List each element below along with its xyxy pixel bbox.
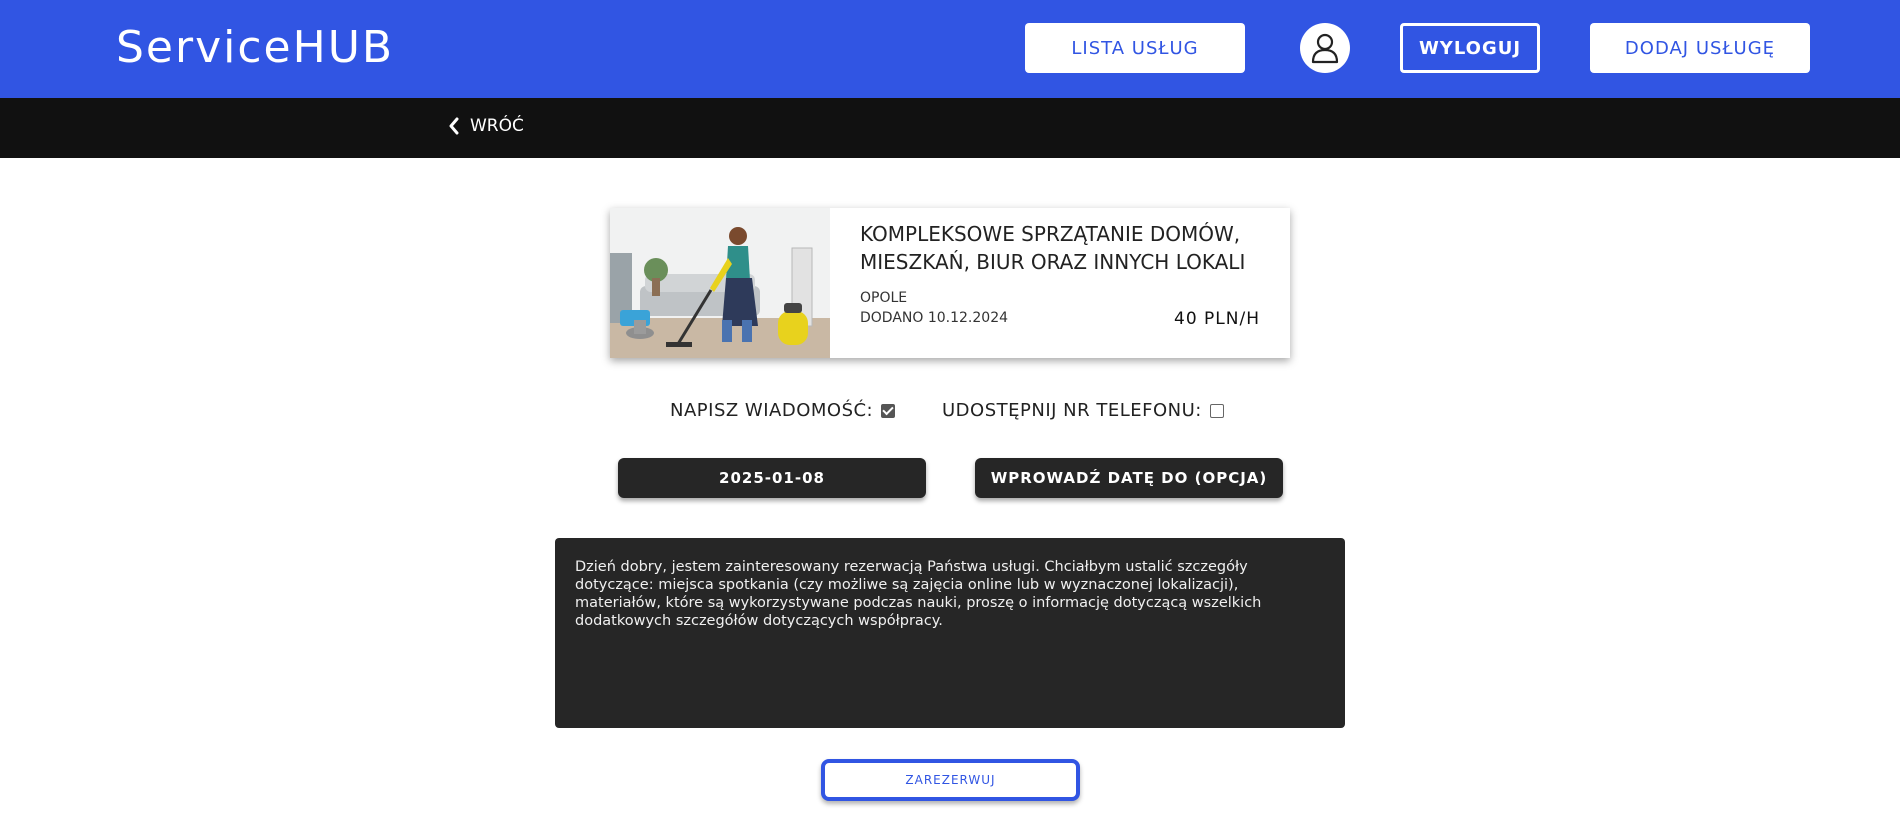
chevron-left-icon [449, 117, 459, 135]
date-to-input[interactable]: WPROWADŹ DATĘ DO (OPCJA) [975, 458, 1283, 498]
write-message-option: NAPISZ WIADOMOŚĆ: [670, 400, 896, 421]
date-from-input[interactable]: 2025-01-08 [618, 458, 926, 498]
profile-button[interactable] [1300, 23, 1350, 73]
message-textarea[interactable]: Dzień dobry, jestem zainteresowany rezer… [555, 538, 1345, 728]
service-title: KOMPLEKSOWE SPRZĄTANIE DOMÓW, MIESZKAŃ, … [860, 222, 1246, 274]
add-service-button[interactable]: DODAJ USŁUGĘ [1590, 23, 1810, 73]
logo[interactable]: ServiceHUB [116, 22, 394, 73]
service-image [610, 208, 830, 358]
sub-navigation-bar: WRÓĆ [0, 98, 1900, 158]
service-price: 40 PLN/H [1174, 309, 1260, 329]
service-card: KOMPLEKSOWE SPRZĄTANIE DOMÓW, MIESZKAŃ, … [610, 208, 1290, 358]
reserve-button[interactable]: ZAREZERWUJ [821, 759, 1080, 801]
service-city: OPOLE [860, 290, 908, 306]
user-icon [1311, 33, 1339, 64]
write-message-label: NAPISZ WIADOMOŚĆ: [670, 400, 874, 421]
write-message-checkbox[interactable] [881, 403, 896, 418]
share-phone-option: UDOSTĘPNIJ NR TELEFONU: [942, 400, 1224, 421]
share-phone-checkbox[interactable] [1209, 403, 1224, 418]
logout-button[interactable]: WYLOGUJ [1400, 23, 1540, 73]
top-header: ServiceHUB LISTA USŁUG WYLOGUJ DODAJ USŁ… [0, 0, 1900, 98]
share-phone-label: UDOSTĘPNIJ NR TELEFONU: [942, 400, 1202, 421]
service-date-added: DODANO 10.12.2024 [860, 310, 1009, 326]
back-link[interactable]: WRÓĆ [448, 116, 524, 136]
service-list-button[interactable]: LISTA USŁUG [1025, 23, 1245, 73]
back-label: WRÓĆ [470, 116, 524, 136]
